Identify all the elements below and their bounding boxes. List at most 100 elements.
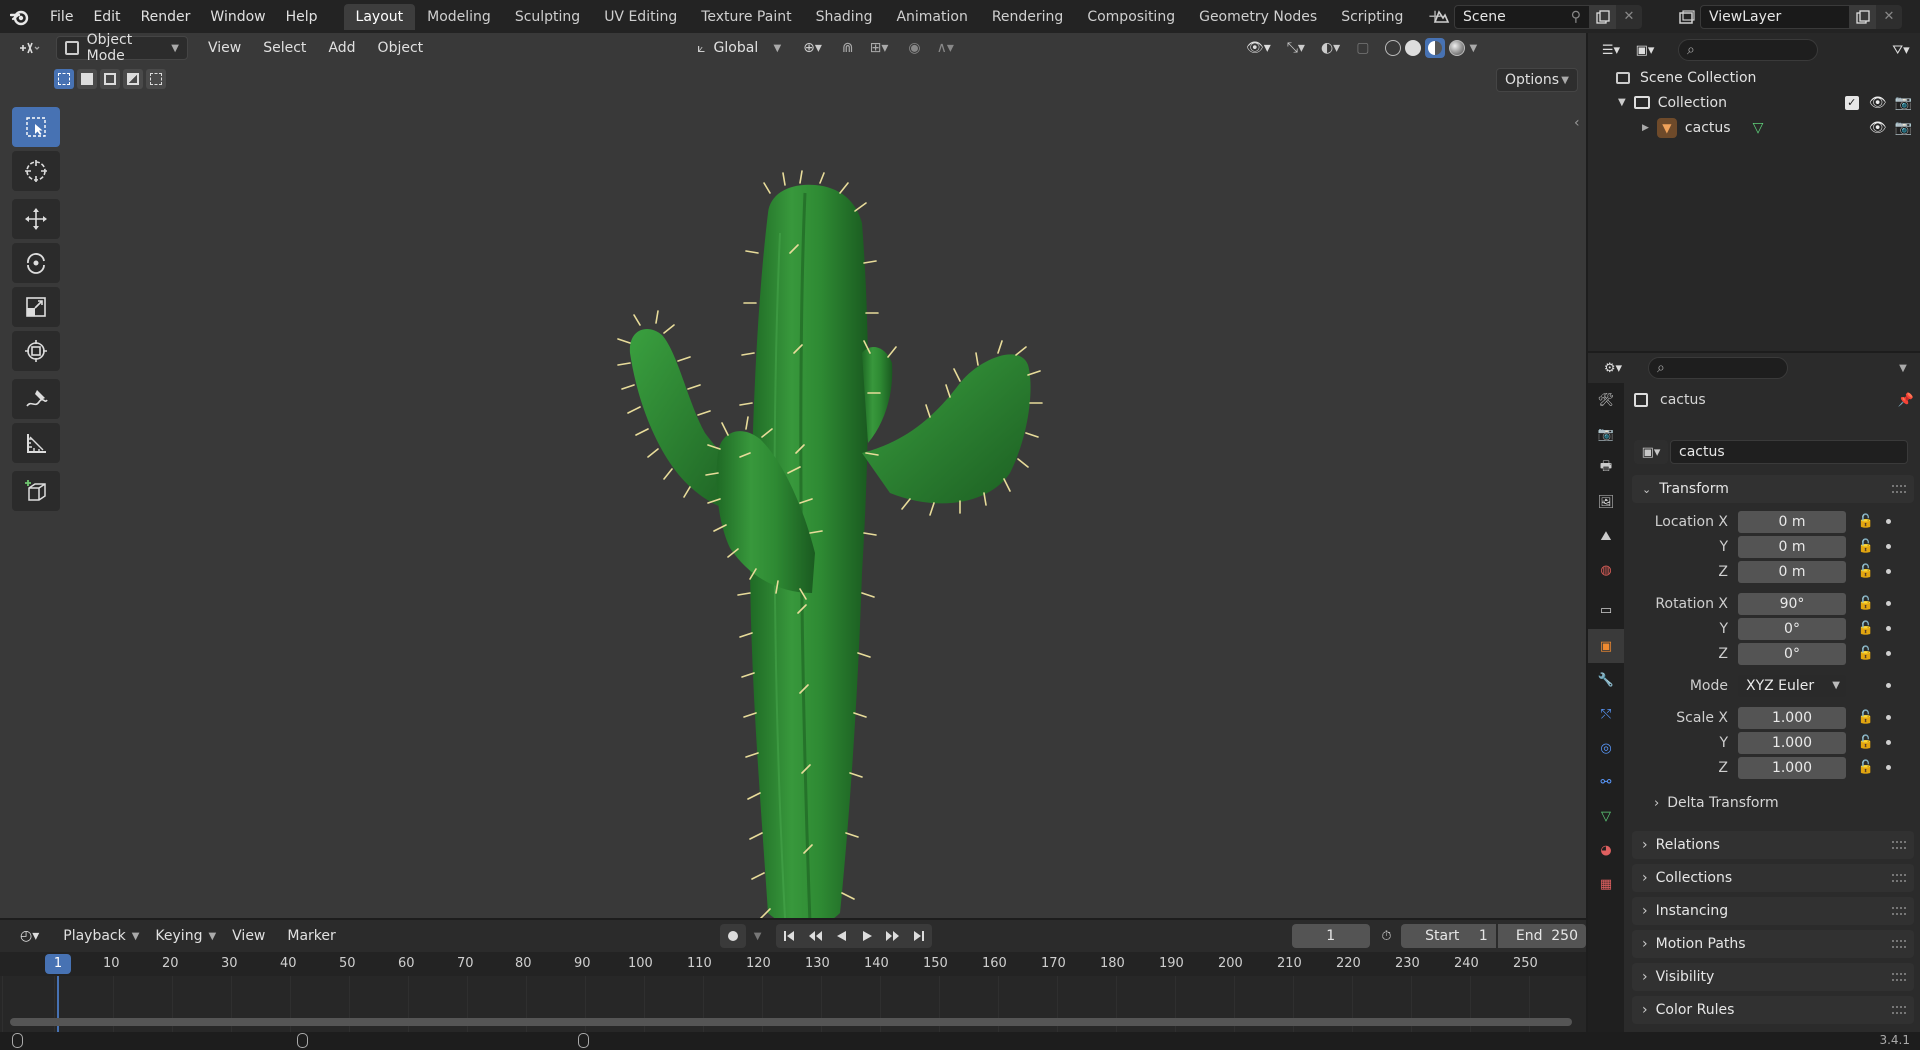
keyframe-dot-icon[interactable] (1886, 569, 1891, 574)
eye-icon[interactable]: 👁 (1869, 120, 1887, 136)
keyframe-dot-icon[interactable] (1886, 651, 1891, 656)
tab-uv-editing[interactable]: UV Editing (592, 4, 689, 30)
filter-icon[interactable]: ⛛▾ (1888, 38, 1914, 62)
tab-sculpting[interactable]: Sculpting (503, 4, 592, 30)
3d-viewport[interactable]: Object Mode ▼ View Select Add Object ⟀ G… (0, 33, 1586, 918)
viewport-menu-select[interactable]: Select (255, 36, 314, 60)
keying-dropdown[interactable]: Keying ▼ (147, 924, 224, 948)
lock-icon[interactable]: 🔓 (1858, 735, 1874, 750)
datablock-name-field[interactable]: cactus (1670, 440, 1908, 464)
exclude-checkbox[interactable]: ✓ (1844, 95, 1859, 110)
proportional-edit-icon[interactable]: ◉ (900, 36, 928, 60)
mode-dropdown[interactable]: Object Mode ▼ (56, 33, 188, 64)
drag-handle-icon[interactable] (1892, 940, 1906, 948)
keyframe-dot-icon[interactable] (1886, 626, 1891, 631)
keyframe-dot-icon[interactable] (1886, 715, 1891, 720)
constraints-tab-icon[interactable]: ⚯ (1588, 765, 1624, 799)
timeline-area[interactable] (0, 976, 1586, 1032)
instancing-panel-header[interactable]: › Instancing (1632, 897, 1914, 925)
select-new-icon[interactable] (54, 69, 74, 89)
scene-name-field[interactable]: Scene ⚲ (1454, 4, 1590, 29)
start-frame-field[interactable]: Start 1 (1401, 924, 1496, 948)
collection-tab-icon[interactable]: ▭ (1588, 593, 1624, 627)
tab-texture-paint[interactable]: Texture Paint (689, 4, 803, 30)
tab-layout[interactable]: Layout (343, 3, 416, 30)
xray-icon[interactable]: ▢ (1348, 36, 1377, 60)
menu-edit[interactable]: Edit (83, 0, 130, 33)
lock-icon[interactable]: 🔓 (1858, 596, 1874, 611)
relations-panel-header[interactable]: › Relations (1632, 831, 1914, 859)
orientation-dropdown[interactable]: ⟀ Global ▼ (689, 36, 789, 60)
scale-tool[interactable] (12, 287, 60, 327)
expand-arrow-icon[interactable]: ▶ (1642, 123, 1649, 133)
tab-scripting[interactable]: Scripting (1329, 4, 1415, 30)
material-shading-icon[interactable] (1425, 38, 1446, 58)
data-tab-icon[interactable]: ▽ (1588, 799, 1624, 833)
rotation-y-field[interactable]: 0° (1738, 617, 1846, 640)
chevron-down-icon[interactable]: ▼ (1890, 356, 1916, 380)
transform-tool[interactable] (12, 331, 60, 371)
tab-animation[interactable]: Animation (884, 4, 979, 30)
location-x-field[interactable]: 0 m (1738, 510, 1846, 533)
cursor-tool[interactable] (12, 151, 60, 191)
expand-arrow-icon[interactable]: ▼ (1618, 97, 1626, 108)
move-tool[interactable] (12, 199, 60, 239)
delta-transform-header[interactable]: › Delta Transform (1632, 788, 1914, 818)
motion-paths-panel-header[interactable]: › Motion Paths (1632, 930, 1914, 958)
pivot-point-icon[interactable]: ⊕▾ (795, 36, 830, 60)
pin-icon[interactable]: 📌 (1898, 393, 1914, 408)
timeline-scrollbar[interactable] (10, 1018, 1572, 1026)
lock-icon[interactable]: 🔓 (1858, 646, 1874, 661)
viewlayer-icon[interactable] (1674, 5, 1700, 29)
keyframe-dot-icon[interactable] (1886, 601, 1891, 606)
keyframe-dot-icon[interactable] (1886, 683, 1891, 688)
rotation-mode-dropdown[interactable]: XYZ Euler ▼ (1738, 674, 1846, 697)
output-tab-icon[interactable]: 🖶 (1588, 451, 1624, 485)
annotate-tool[interactable] (12, 379, 60, 419)
viewport-menu-view[interactable]: View (200, 36, 249, 60)
location-y-field[interactable]: 0 m (1738, 535, 1846, 558)
tab-rendering[interactable]: Rendering (980, 4, 1076, 30)
select-extend-icon[interactable] (77, 69, 97, 89)
cactus-object[interactable] (600, 153, 1070, 918)
select-subtract-icon[interactable] (100, 69, 120, 89)
outliner-row-cactus[interactable]: ▶ ▼ cactus ▽ 👁 📷 (1642, 115, 1912, 140)
play-reverse-icon[interactable] (828, 924, 854, 948)
playhead-frame-badge[interactable]: 1 (45, 954, 71, 974)
keyframe-dot-icon[interactable] (1886, 740, 1891, 745)
menu-render[interactable]: Render (131, 0, 201, 33)
solid-shading-icon[interactable] (1405, 40, 1422, 56)
frame-ruler[interactable]: 1 10 20 30 40 50 60 70 80 90 100 110 120… (0, 952, 1586, 976)
lock-icon[interactable]: 🔓 (1858, 514, 1874, 529)
drag-handle-icon[interactable] (1892, 485, 1906, 493)
lock-icon[interactable]: 🔓 (1858, 564, 1874, 579)
jump-keyframe-back-icon[interactable] (802, 924, 828, 948)
outliner-search-input[interactable]: ⌕ (1678, 39, 1818, 61)
select-intersect-icon[interactable] (146, 69, 166, 89)
viewport-menu-object[interactable]: Object (370, 36, 432, 60)
stopwatch-icon[interactable]: ⏱ (1376, 924, 1397, 948)
tab-shading[interactable]: Shading (804, 4, 885, 30)
collections-panel-header[interactable]: › Collections (1632, 864, 1914, 892)
end-frame-field[interactable]: End 250 (1497, 924, 1586, 948)
display-mode-icon[interactable]: ▣▾ (1632, 38, 1658, 62)
delete-viewlayer-icon[interactable]: ✕ (1876, 4, 1902, 29)
drag-handle-icon[interactable] (1892, 874, 1906, 882)
timeline-editor-type-icon[interactable]: ◴▾ (12, 924, 47, 948)
tool-tab-icon[interactable]: 🛠 (1588, 383, 1624, 417)
transform-panel-header[interactable]: ⌄ Transform (1632, 475, 1914, 503)
current-frame-field[interactable]: 1 (1291, 924, 1370, 948)
overlay-icon[interactable]: ◐▾ (1313, 36, 1348, 60)
visibility-icon[interactable]: 👁▾ (1238, 36, 1279, 60)
physics-tab-icon[interactable]: ◎ (1588, 731, 1624, 765)
falloff-icon[interactable]: ∧▾ (929, 36, 962, 60)
outliner-row-collection[interactable]: ▼ Collection ✓ 👁 📷 (1618, 90, 1912, 115)
keyframe-dot-icon[interactable] (1886, 765, 1891, 770)
color-rules-panel-header[interactable]: › Color Rules (1632, 996, 1914, 1024)
modifier-tab-icon[interactable]: 🔧 (1588, 663, 1624, 697)
rotation-z-field[interactable]: 0° (1738, 642, 1846, 665)
visibility-panel-header[interactable]: › Visibility (1632, 963, 1914, 991)
camera-icon[interactable]: 📷 (1895, 95, 1912, 111)
playback-dropdown[interactable]: Playback ▼ (55, 924, 147, 948)
lock-icon[interactable]: 🔓 (1858, 760, 1874, 775)
